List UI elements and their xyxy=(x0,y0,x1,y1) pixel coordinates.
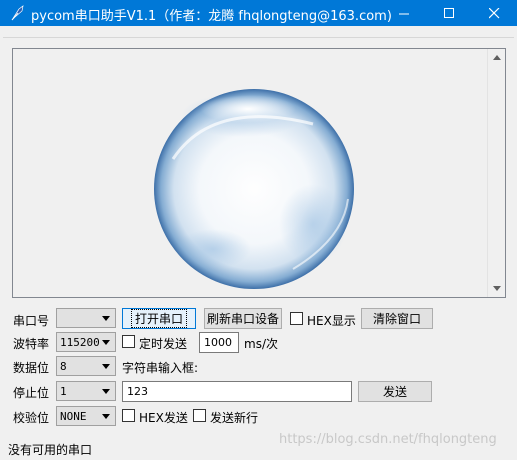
stopbits-select-value: 1 xyxy=(60,385,67,398)
maximize-icon xyxy=(444,7,454,18)
parity-label: 校验位 xyxy=(13,411,50,425)
send-label: 发送 xyxy=(382,385,407,399)
scroll-up-arrow-icon[interactable] xyxy=(488,49,505,66)
timer-send-label: 定时发送 xyxy=(139,337,188,351)
chevron-down-icon xyxy=(102,340,110,345)
refresh-ports-label: 刷新串口设备 xyxy=(206,312,279,326)
baud-select[interactable]: 115200 xyxy=(56,332,116,352)
string-input-label: 字符串输入框: xyxy=(122,361,199,375)
interval-unit-label: ms/次 xyxy=(244,337,278,351)
hex-display-label: HEX显示 xyxy=(307,314,356,328)
maximize-button[interactable] xyxy=(427,0,472,26)
open-port-button[interactable]: 打开串口 xyxy=(122,308,196,329)
chevron-down-icon xyxy=(102,316,110,321)
minimize-button[interactable] xyxy=(382,0,427,26)
databits-select[interactable]: 8 xyxy=(56,356,116,376)
chevron-down-icon xyxy=(102,414,110,419)
send-button[interactable]: 发送 xyxy=(358,381,432,402)
port-label: 串口号 xyxy=(13,314,50,328)
vertical-scrollbar[interactable] xyxy=(487,49,505,297)
stopbits-label: 停止位 xyxy=(13,386,50,400)
refresh-ports-button[interactable]: 刷新串口设备 xyxy=(204,308,282,329)
minimize-icon xyxy=(399,13,409,14)
baud-label: 波特率 xyxy=(13,337,50,351)
hex-send-label: HEX发送 xyxy=(139,411,188,425)
port-select[interactable] xyxy=(56,308,116,328)
receive-display-area[interactable] xyxy=(12,48,506,298)
chevron-down-icon xyxy=(102,364,110,369)
status-text: 没有可用的串口 xyxy=(8,443,93,457)
close-button[interactable] xyxy=(472,0,517,26)
string-input-field[interactable]: 123 xyxy=(122,381,352,402)
title-bar: pycom串口助手V1.1（作者：龙腾 fhqlongteng@163.com) xyxy=(0,0,517,26)
window-title: pycom串口助手V1.1（作者：龙腾 fhqlongteng@163.com) xyxy=(31,9,392,24)
send-newline-label: 发送新行 xyxy=(210,411,259,425)
databits-select-value: 8 xyxy=(60,360,67,373)
send-newline-checkbox[interactable] xyxy=(193,409,206,422)
databits-label: 数据位 xyxy=(13,361,50,375)
open-port-label: 打开串口 xyxy=(130,309,187,328)
hex-display-checkbox[interactable] xyxy=(290,312,303,325)
stopbits-select[interactable]: 1 xyxy=(56,381,116,401)
parity-select[interactable]: NONE xyxy=(56,406,116,426)
scroll-down-arrow-icon[interactable] xyxy=(488,280,505,297)
chevron-down-icon xyxy=(102,389,110,394)
clear-window-button[interactable]: 清除窗口 xyxy=(361,308,433,329)
watermark-text: https://blog.csdn.net/fhqlongteng xyxy=(279,432,497,447)
parity-select-value: NONE xyxy=(60,410,87,423)
clear-window-label: 清除窗口 xyxy=(372,312,421,326)
glass-sphere-image xyxy=(154,89,354,289)
hex-send-checkbox[interactable] xyxy=(122,409,135,422)
baud-select-value: 115200 xyxy=(60,336,100,349)
feather-pen-icon xyxy=(11,5,24,21)
menu-strip xyxy=(3,26,514,38)
timer-send-checkbox[interactable] xyxy=(122,335,135,348)
interval-input[interactable]: 1000 xyxy=(199,332,239,353)
close-icon xyxy=(489,7,500,18)
